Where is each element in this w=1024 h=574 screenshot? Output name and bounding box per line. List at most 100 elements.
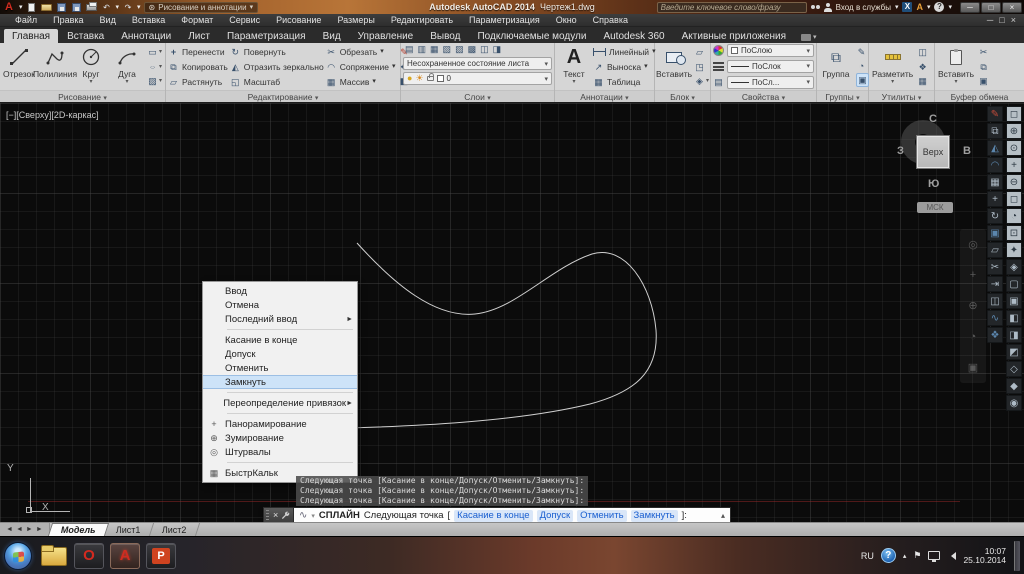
save-button[interactable] [56, 2, 68, 13]
copy-clip-button[interactable]: ⧉ [978, 61, 989, 73]
toolbar-erase-icon[interactable]: ✎ [987, 106, 1003, 122]
show-desktop-button[interactable] [1014, 541, 1020, 571]
rectangle-button[interactable]: ▭▾ [147, 46, 162, 58]
option-tolerance[interactable]: Допуск [537, 510, 574, 522]
option-tangent[interactable]: Касание в конце [454, 510, 532, 522]
explorer-button[interactable] [38, 544, 68, 568]
fillet-button[interactable]: ◠Сопряжение▾ [326, 60, 396, 74]
panel-label-layers[interactable]: Слои ▾ [401, 90, 554, 102]
quick-select-button[interactable]: ◫ [917, 46, 928, 58]
sign-in-caret-icon[interactable]: ▾ [895, 3, 899, 11]
arc-button[interactable]: Дуга ▾ [110, 44, 144, 89]
array-button[interactable]: ▦Массив▾ [326, 75, 396, 89]
insert-block-button[interactable]: Вставить [657, 44, 691, 89]
ellipse-button[interactable]: ○▾ [147, 61, 162, 73]
zoom-window-icon[interactable]: ◻ [1006, 106, 1022, 122]
doc-restore-button[interactable]: □ [999, 15, 1004, 25]
measure-button[interactable]: Разметить ▾ [871, 44, 914, 89]
network-icon[interactable] [928, 551, 940, 560]
option-undo[interactable]: Отменить [577, 510, 626, 522]
menu-file[interactable]: Файл [8, 15, 44, 25]
layer-match-icon[interactable]: ◫ [480, 44, 489, 55]
view-camera-icon[interactable]: ◉ [1006, 395, 1022, 411]
context-item-tangent[interactable]: Касание в конце [203, 333, 357, 347]
match-properties-button[interactable]: ▣ [978, 75, 989, 87]
cut-button[interactable]: ✂ [978, 46, 989, 58]
tab-parametric[interactable]: Параметризация [219, 29, 314, 43]
layer-off-icon[interactable]: ▥ [418, 44, 427, 55]
view-left-icon[interactable]: ▣ [1006, 293, 1022, 309]
doc-minimize-button[interactable]: ─ [987, 15, 993, 25]
exchange-apps-icon[interactable]: X [902, 2, 912, 12]
zoom-object-icon[interactable]: ⊖ [1006, 174, 1022, 190]
panel-label-groups[interactable]: Группы ▾ [817, 90, 868, 102]
next-layout-icon[interactable]: ► [26, 526, 33, 533]
autodesk360-caret-icon[interactable]: ▾ [927, 3, 931, 11]
ribbon-state-button[interactable]: ▾ [801, 33, 817, 43]
toolbar-spline-edit-icon[interactable]: ∿ [987, 310, 1003, 326]
menu-insert[interactable]: Вставка [125, 15, 172, 25]
toolbar-extend-icon[interactable]: ⇥ [987, 276, 1003, 292]
tab-manage[interactable]: Управление [350, 29, 422, 43]
save-as-button[interactable] [71, 2, 83, 13]
line-button[interactable]: Отрезок [2, 44, 36, 89]
view-right-icon[interactable]: ◧ [1006, 310, 1022, 326]
language-indicator[interactable]: RU [861, 551, 874, 561]
viewcube-east[interactable]: В [963, 145, 971, 157]
command-bar-handle[interactable]: × [264, 508, 294, 522]
history-expand-icon[interactable]: ▴ [721, 511, 725, 520]
viewcube-top-face[interactable]: Верх [916, 135, 950, 169]
view-front-icon[interactable]: ◨ [1006, 327, 1022, 343]
table-button[interactable]: ▦Таблица [593, 75, 656, 89]
toolbar-trim-icon[interactable]: ✂ [987, 259, 1003, 275]
panel-label-clipboard[interactable]: Буфер обмена [935, 90, 1024, 102]
workspace-selector[interactable]: ⊛ Рисование и аннотации ▾ [144, 2, 259, 13]
context-item-close[interactable]: Замкнуть [203, 375, 357, 389]
hatch-button[interactable]: ▨▾ [147, 75, 162, 87]
orbit-icon[interactable]: ◔ [970, 331, 977, 343]
toolbar-break-icon[interactable]: ◫ [987, 293, 1003, 309]
color-wheel-icon[interactable] [713, 45, 724, 56]
minimize-button[interactable]: ─ [960, 2, 980, 13]
menu-tools[interactable]: Сервис [222, 15, 267, 25]
context-item-zoom[interactable]: ⊕Зумирование [203, 431, 357, 445]
toolbar-explode-icon[interactable]: ❖ [987, 327, 1003, 343]
zoom-dynamic-icon[interactable]: ⊕ [1006, 123, 1022, 139]
toolbar-rotate-icon[interactable]: ↻ [987, 208, 1003, 224]
viewcube[interactable]: С В Ю З Верх [897, 116, 977, 196]
new-button[interactable] [26, 2, 38, 13]
view-swiso-icon[interactable]: ◇ [1006, 361, 1022, 377]
prev-layout-icon[interactable]: ◄ [16, 526, 23, 533]
opera-taskbar-button[interactable]: O [74, 543, 104, 569]
doc-close-button[interactable]: × [1011, 15, 1016, 25]
toolbar-copy-icon[interactable]: ⧉ [987, 123, 1003, 139]
search-input[interactable] [657, 2, 807, 13]
group-button[interactable]: ⧉ Группа [819, 44, 853, 89]
toolbar-scale-icon[interactable]: ▣ [987, 225, 1003, 241]
tab-layout[interactable]: Лист [180, 29, 218, 43]
color-dropdown[interactable]: ПоСлою▾ [727, 44, 814, 57]
tab-view[interactable]: Вид [315, 29, 349, 43]
ungroup-button[interactable]: ✎ [856, 46, 869, 58]
layer-dropdown[interactable]: ● ☀ 0 ▾ [403, 72, 552, 85]
speaker-icon[interactable] [947, 552, 956, 560]
layer-freeze-icon[interactable]: ▧ [443, 44, 452, 55]
tab-model[interactable]: Модель [48, 523, 109, 536]
zoom-icon[interactable]: ⊕ [968, 299, 977, 312]
redo-button[interactable]: ↷ [122, 2, 134, 13]
dimension-button[interactable]: Линейный▾ [593, 45, 656, 59]
tab-home[interactable]: Главная [4, 29, 58, 43]
panel-label-draw[interactable]: Рисование ▾ [0, 90, 165, 102]
lineweight-icon[interactable] [713, 62, 724, 71]
copy-button[interactable]: ⧉Копировать [168, 60, 228, 74]
toolbar-stretch-icon[interactable]: ▱ [987, 242, 1003, 258]
tab-autodesk360[interactable]: Autodesk 360 [595, 29, 672, 43]
circle-button[interactable]: Круг ▾ [74, 44, 108, 89]
undo-caret-icon[interactable]: ▾ [116, 3, 120, 11]
zoom-extents-icon[interactable]: ✦ [1006, 242, 1022, 258]
zoom-out-icon[interactable]: ◔ [1006, 208, 1022, 224]
menu-format[interactable]: Формат [174, 15, 220, 25]
layer-isolate-icon[interactable]: ▦ [430, 44, 439, 55]
layer-state-dropdown[interactable]: Несохраненное состояние листа ▾ [403, 57, 552, 70]
view-top-icon[interactable]: ◈ [1006, 259, 1022, 275]
